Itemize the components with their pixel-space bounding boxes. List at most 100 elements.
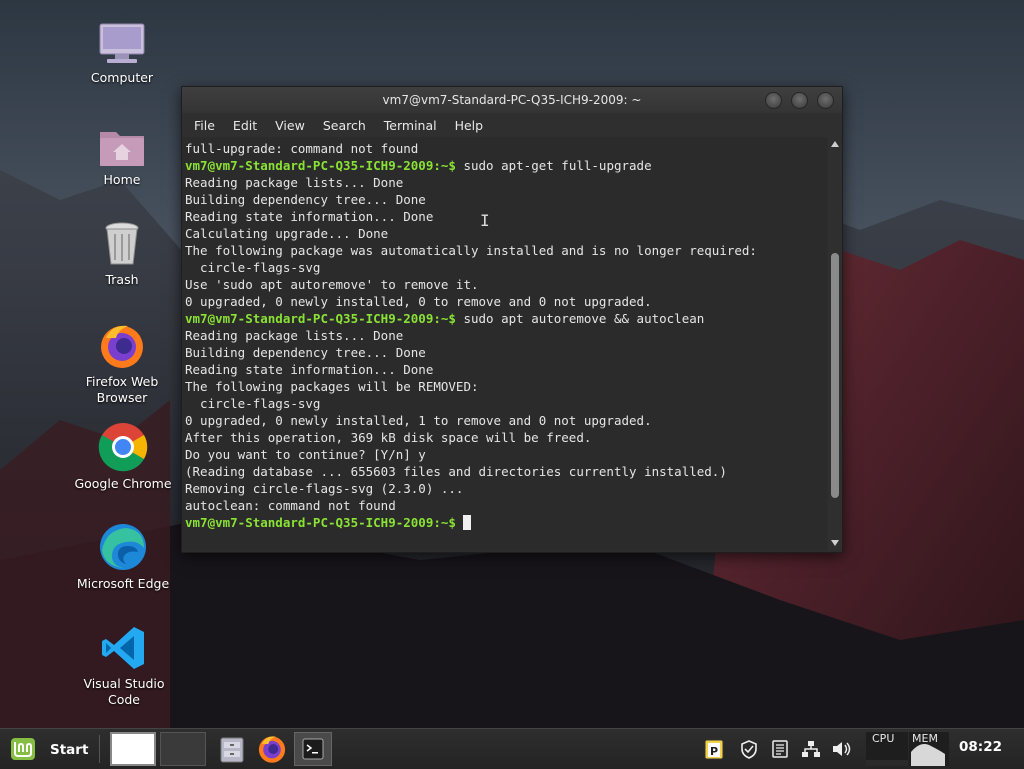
tray-network[interactable] bbox=[800, 732, 822, 766]
volume-icon bbox=[833, 742, 851, 756]
terminal-line: 0 upgraded, 0 newly installed, 0 to remo… bbox=[185, 293, 827, 310]
desktop-icon-label: Google Chrome bbox=[74, 476, 172, 491]
network-icon bbox=[802, 741, 820, 757]
terminal-window[interactable]: vm7@vm7-Standard-PC-Q35-ICH9-2009: ~ Fil… bbox=[181, 86, 843, 553]
computer-icon bbox=[99, 23, 145, 63]
desktop-icon-vscode[interactable]: Visual Studio Code bbox=[69, 624, 179, 708]
mem-monitor[interactable]: MEM bbox=[909, 732, 949, 766]
output-text: autoclean: command not found bbox=[185, 498, 396, 513]
firefox-launcher[interactable] bbox=[256, 732, 288, 766]
scroll-thumb[interactable] bbox=[831, 253, 839, 498]
terminal-taskbar-button[interactable] bbox=[294, 732, 332, 766]
menu-view[interactable]: View bbox=[267, 118, 313, 133]
terminal-line: 0 upgraded, 0 newly installed, 1 to remo… bbox=[185, 412, 827, 429]
terminal-line: Removing circle-flags-svg (2.3.0) ... bbox=[185, 480, 827, 497]
terminal-line: Reading state information... Done bbox=[185, 208, 827, 225]
terminal-line: Building dependency tree... Done bbox=[185, 191, 827, 208]
edge-icon bbox=[100, 524, 146, 570]
output-text: Do you want to continue? [Y/n] y bbox=[185, 447, 426, 462]
terminal-line: After this operation, 369 kB disk space … bbox=[185, 429, 827, 446]
terminal-line: Building dependency tree... Done bbox=[185, 344, 827, 361]
close-button[interactable] bbox=[817, 92, 834, 109]
desktop-icon-home[interactable]: Home bbox=[67, 126, 177, 188]
document-icon bbox=[772, 740, 788, 758]
output-text: 0 upgraded, 0 newly installed, 1 to remo… bbox=[185, 413, 652, 428]
cpu-monitor[interactable]: CPU bbox=[866, 732, 908, 766]
minimize-button[interactable] bbox=[765, 92, 782, 109]
terminal-line: vm7@vm7-Standard-PC-Q35-ICH9-2009:~$ sud… bbox=[185, 310, 827, 327]
menu-edit[interactable]: Edit bbox=[225, 118, 265, 133]
taskbar-separator bbox=[99, 735, 100, 763]
terminal-output[interactable]: full-upgrade: command not found vm7@vm7-S… bbox=[182, 137, 827, 550]
desktop-icon-label: Computer bbox=[90, 70, 154, 85]
window-titlebar[interactable]: vm7@vm7-Standard-PC-Q35-ICH9-2009: ~ bbox=[182, 87, 842, 113]
shell-prompt: vm7@vm7-Standard-PC-Q35-ICH9-2009:~$ bbox=[185, 311, 456, 326]
mem-graph bbox=[911, 744, 945, 766]
files-launcher[interactable] bbox=[217, 732, 247, 766]
trash-icon bbox=[105, 222, 139, 265]
terminal-line: circle-flags-svg bbox=[185, 259, 827, 276]
tray-app-p[interactable]: P bbox=[703, 732, 725, 766]
clock[interactable]: 08:22 bbox=[959, 739, 1002, 755]
cpu-label: CPU bbox=[872, 732, 895, 745]
output-text: full-upgrade: command not found bbox=[185, 141, 419, 156]
terminal-scrollbar[interactable] bbox=[828, 137, 842, 550]
terminal-line: The following package was automatically … bbox=[185, 242, 827, 259]
terminal-line: (Reading database ... 655603 files and d… bbox=[185, 463, 827, 480]
output-text: Building dependency tree... Done bbox=[185, 345, 426, 360]
text-cursor-ibeam-icon: I bbox=[480, 211, 490, 230]
menu-terminal[interactable]: Terminal bbox=[376, 118, 445, 133]
desktop-icon-chrome[interactable]: Google Chrome bbox=[68, 422, 178, 492]
scroll-down-arrow[interactable] bbox=[831, 540, 839, 546]
terminal-cursor bbox=[463, 515, 472, 530]
desktop-icon-label: Firefox Web Browser bbox=[85, 374, 159, 405]
terminal-line: The following packages will be REMOVED: bbox=[185, 378, 827, 395]
desktop-icon-trash[interactable]: Trash bbox=[67, 220, 177, 288]
output-text: After this operation, 369 kB disk space … bbox=[185, 430, 592, 445]
desktop-icon-computer[interactable]: Computer bbox=[67, 22, 177, 86]
svg-text:P: P bbox=[710, 745, 718, 758]
output-text: circle-flags-svg bbox=[185, 260, 321, 275]
terminal-line: circle-flags-svg bbox=[185, 395, 827, 412]
terminal-line: vm7@vm7-Standard-PC-Q35-ICH9-2009:~$ bbox=[185, 514, 827, 531]
scroll-up-arrow[interactable] bbox=[831, 141, 839, 147]
terminal-line: Use 'sudo apt autoremove' to remove it. bbox=[185, 276, 827, 293]
tray-shield[interactable] bbox=[739, 732, 759, 766]
desktop-icon-label: Home bbox=[103, 172, 141, 187]
firefox-icon bbox=[101, 325, 143, 368]
output-text: circle-flags-svg bbox=[185, 396, 321, 411]
maximize-button[interactable] bbox=[791, 92, 808, 109]
menu-search[interactable]: Search bbox=[315, 118, 374, 133]
menu-help[interactable]: Help bbox=[447, 118, 492, 133]
menu-file[interactable]: File bbox=[186, 118, 223, 133]
output-text: Use 'sudo apt autoremove' to remove it. bbox=[185, 277, 479, 292]
tray-notes[interactable] bbox=[770, 732, 790, 766]
output-text: Removing circle-flags-svg (2.3.0) ... bbox=[185, 481, 464, 496]
cpu-graph bbox=[866, 760, 908, 766]
output-text: (Reading database ... 655603 files and d… bbox=[185, 464, 727, 479]
workspace-1[interactable] bbox=[110, 732, 156, 766]
desktop-icon-edge[interactable]: Microsoft Edge bbox=[68, 522, 178, 592]
start-label: Start bbox=[50, 742, 89, 758]
output-text: Reading package lists... Done bbox=[185, 328, 404, 343]
mint-logo-icon bbox=[11, 738, 35, 760]
output-text: Calculating upgrade... Done bbox=[185, 226, 389, 241]
shell-prompt: vm7@vm7-Standard-PC-Q35-ICH9-2009:~$ bbox=[185, 158, 456, 173]
terminal-line: full-upgrade: command not found bbox=[185, 140, 827, 157]
menu-bar: File Edit View Search Terminal Help bbox=[182, 113, 842, 137]
desktop-icon-label: Trash bbox=[105, 272, 139, 287]
clipboard-p-icon: P bbox=[704, 739, 724, 760]
start-button[interactable]: Start bbox=[6, 732, 90, 766]
shell-command: sudo apt autoremove && autoclean bbox=[455, 311, 705, 326]
taskbar: Start P CPU MEM 08:22 bbox=[0, 728, 1024, 769]
desktop-icon-label: Microsoft Edge bbox=[76, 576, 170, 591]
output-text: Building dependency tree... Done bbox=[185, 192, 426, 207]
workspace-2[interactable] bbox=[160, 732, 206, 766]
file-cabinet-icon bbox=[220, 737, 244, 763]
desktop-icon-firefox[interactable]: Firefox Web Browser bbox=[67, 322, 177, 406]
output-text: 0 upgraded, 0 newly installed, 0 to remo… bbox=[185, 294, 652, 309]
firefox-icon bbox=[258, 736, 286, 763]
tray-volume[interactable] bbox=[831, 732, 853, 766]
terminal-line: vm7@vm7-Standard-PC-Q35-ICH9-2009:~$ sud… bbox=[185, 157, 827, 174]
chrome-icon bbox=[98, 423, 148, 472]
